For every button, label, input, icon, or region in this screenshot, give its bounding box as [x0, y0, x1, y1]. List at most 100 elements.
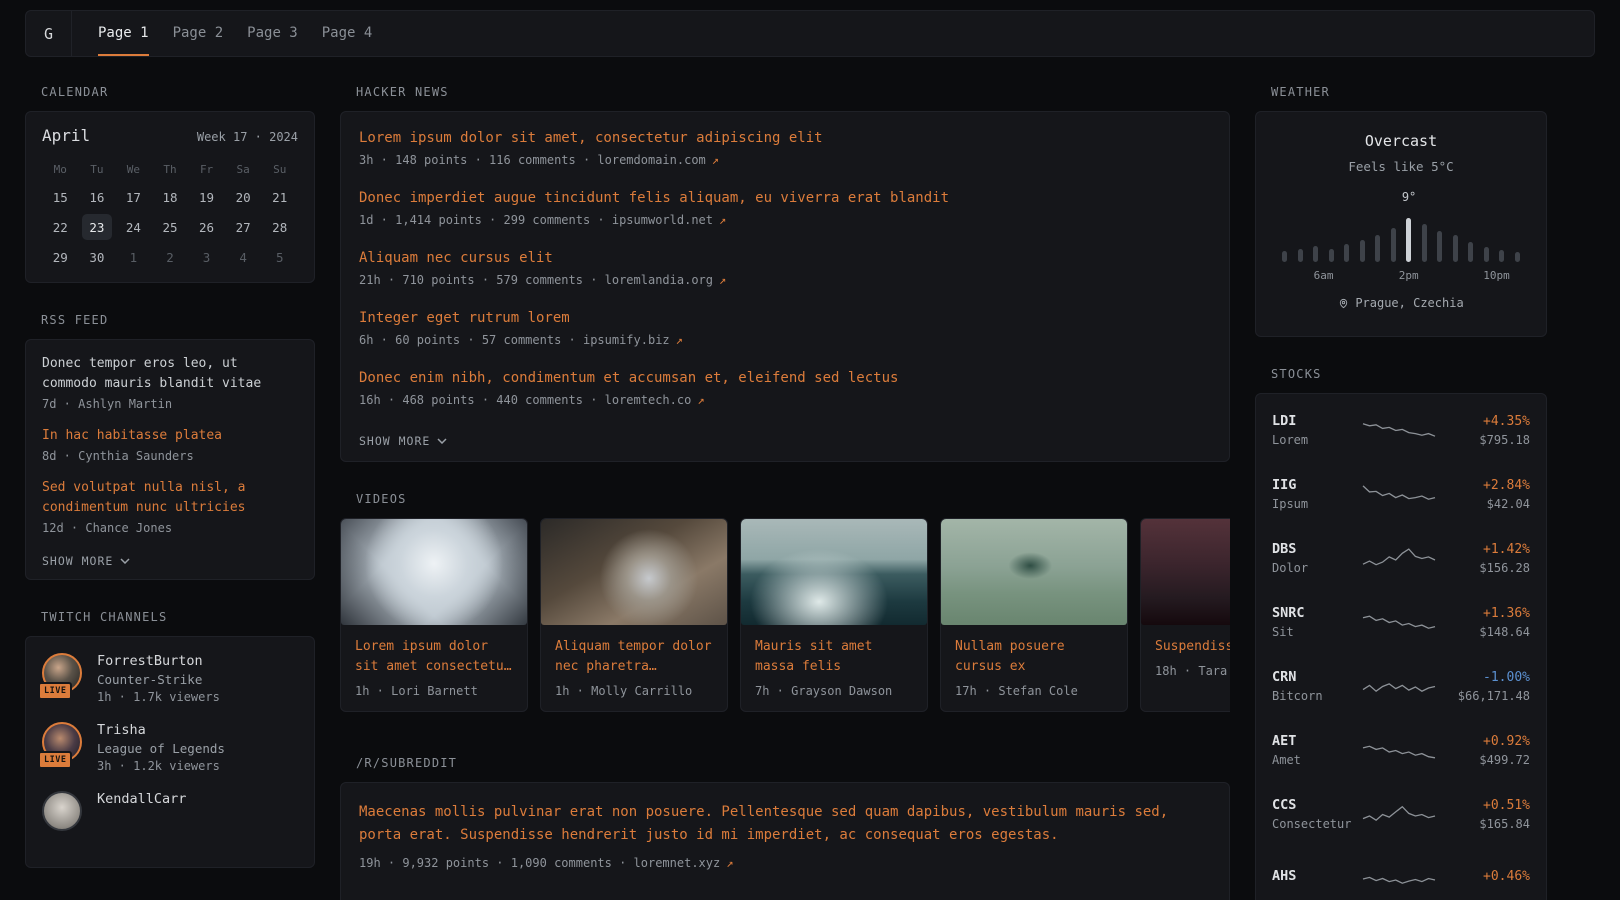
stock-row[interactable]: IIGIpsum +2.84%$42.04	[1256, 462, 1546, 526]
channel-avatar-wrap: LIVE	[42, 791, 82, 831]
page-tabs: Page 1 Page 2 Page 3 Page 4	[98, 11, 372, 56]
hn-item-title[interactable]: Donec imperdiet augue tincidunt felis al…	[359, 190, 1211, 206]
calendar-day[interactable]: 23	[82, 214, 112, 240]
video-title[interactable]: Suspendisse diam	[1155, 637, 1230, 657]
subreddit-post: Maecenas mollis pulvinar erat non posuer…	[359, 801, 1211, 870]
video-card[interactable]: Nullam posuere cursus ex 17h · Stefan Co…	[940, 518, 1128, 712]
video-card[interactable]: Aliquam tempor dolor nec pharetra… 1h · …	[540, 518, 728, 712]
video-thumbnail[interactable]	[341, 519, 527, 625]
calendar-weekday-row: MoTuWeThFrSaSu	[42, 159, 298, 184]
left-column: CALENDAR April Week 17 · 2024 MoTuWeThFr…	[25, 85, 315, 900]
stock-row[interactable]: AHS +0.46%	[1256, 846, 1546, 900]
weather-time-label: 6am	[1314, 269, 1334, 282]
stock-name: Sit	[1272, 625, 1360, 639]
twitch-channel[interactable]: LIVE Trisha League of Legends 3h · 1.2k …	[42, 722, 298, 773]
middle-column: HACKER NEWS Lorem ipsum dolor sit amet, …	[340, 85, 1230, 900]
calendar-day[interactable]: 15	[45, 184, 75, 210]
stock-row[interactable]: LDILorem +4.35%$795.18	[1256, 398, 1546, 462]
video-title[interactable]: Mauris sit amet massa felis	[755, 637, 913, 677]
hn-item-title[interactable]: Lorem ipsum dolor sit amet, consectetur …	[359, 130, 1211, 146]
video-card[interactable]: Suspendisse diam 18h · Tara	[1140, 518, 1230, 712]
channel-name[interactable]: Trisha	[97, 722, 225, 738]
hackernews-widget: HACKER NEWS Lorem ipsum dolor sit amet, …	[340, 85, 1230, 462]
video-thumbnail[interactable]	[741, 519, 927, 625]
rss-item-title[interactable]: Donec tempor eros leo, ut commodo mauris…	[42, 354, 294, 394]
video-title[interactable]: Nullam posuere cursus ex	[955, 637, 1113, 677]
calendar-day[interactable]: 19	[192, 184, 222, 210]
hn-item-title[interactable]: Integer eget rutrum lorem	[359, 310, 1211, 326]
hn-item: Donec imperdiet augue tincidunt felis al…	[359, 190, 1211, 227]
tab-page-4[interactable]: Page 4	[322, 11, 373, 56]
hn-show-more-button[interactable]: SHOW MORE	[359, 434, 447, 448]
video-thumbnail[interactable]	[541, 519, 727, 625]
tab-page-3[interactable]: Page 3	[247, 11, 298, 56]
calendar-day[interactable]: 30	[82, 244, 112, 270]
chevron-down-icon	[120, 558, 130, 564]
rss-item-title[interactable]: In hac habitasse platea	[42, 426, 294, 446]
weather-peak-temp: 9°	[1402, 190, 1416, 204]
twitch-channel[interactable]: LIVE KendallCarr	[42, 791, 298, 831]
weather-hour-bar	[1391, 228, 1396, 262]
calendar-day[interactable]: 27	[228, 214, 258, 240]
video-thumbnail[interactable]	[1141, 519, 1230, 625]
calendar-day[interactable]: 24	[118, 214, 148, 240]
section-title-twitch: TWITCH CHANNELS	[41, 610, 315, 624]
calendar-day[interactable]: 20	[228, 184, 258, 210]
tab-page-1[interactable]: Page 1	[98, 11, 149, 56]
stock-symbol: SNRC	[1272, 605, 1360, 621]
calendar-day[interactable]: 2	[155, 244, 185, 270]
stock-row[interactable]: DBSDolor +1.42%$156.28	[1256, 526, 1546, 590]
calendar-day[interactable]: 18	[155, 184, 185, 210]
rss-item[interactable]: Donec tempor eros leo, ut commodo mauris…	[42, 354, 298, 411]
section-title-stocks: STOCKS	[1271, 367, 1547, 381]
calendar-day[interactable]: 29	[45, 244, 75, 270]
stock-row[interactable]: CRNBitcorn -1.00%$66,171.48	[1256, 654, 1546, 718]
video-title[interactable]: Lorem ipsum dolor sit amet consectetu…	[355, 637, 513, 677]
videos-row: Lorem ipsum dolor sit amet consectetu… 1…	[340, 518, 1230, 712]
rss-item[interactable]: Sed volutpat nulla nisl, a condimentum n…	[42, 478, 298, 535]
stocks-card: LDILorem +4.35%$795.18 IIGIpsum +2.84%$4…	[1255, 393, 1547, 900]
rss-item[interactable]: In hac habitasse platea 8d · Cynthia Sau…	[42, 426, 298, 463]
video-thumbnail[interactable]	[941, 519, 1127, 625]
channel-name[interactable]: KendallCarr	[97, 791, 186, 807]
calendar-day[interactable]: 22	[45, 214, 75, 240]
calendar-day[interactable]: 21	[265, 184, 295, 210]
hn-item-title[interactable]: Donec enim nibh, condimentum et accumsan…	[359, 370, 1211, 386]
video-title[interactable]: Aliquam tempor dolor nec pharetra…	[555, 637, 713, 677]
weather-hour-bar	[1298, 249, 1303, 262]
section-title-weather: WEATHER	[1271, 85, 1547, 99]
channel-name[interactable]: ForrestBurton	[97, 653, 220, 669]
stock-row[interactable]: CCSConsectetur +0.51%$165.84	[1256, 782, 1546, 846]
external-link-icon: ↗	[719, 213, 726, 227]
stock-symbol: DBS	[1272, 541, 1360, 557]
video-meta: 1h · Molly Carrillo	[555, 684, 713, 698]
weather-widget: WEATHER Overcast Feels like 5°C 9° 6am 2…	[1255, 85, 1547, 337]
stock-row[interactable]: SNRCSit +1.36%$148.64	[1256, 590, 1546, 654]
video-card[interactable]: Mauris sit amet massa felis 7h · Grayson…	[740, 518, 928, 712]
calendar-day[interactable]: 16	[82, 184, 112, 210]
app-logo[interactable]: G	[26, 11, 72, 56]
calendar-day[interactable]: 25	[155, 214, 185, 240]
twitch-channel[interactable]: LIVE ForrestBurton Counter-Strike 1h · 1…	[42, 653, 298, 704]
stock-change: +1.36%	[1438, 606, 1530, 621]
hn-item-title[interactable]: Aliquam nec cursus elit	[359, 250, 1211, 266]
weather-hour-bar	[1499, 250, 1504, 262]
subreddit-post-meta: 19h · 9,932 points · 1,090 comments · lo…	[359, 856, 1211, 870]
calendar-day[interactable]: 1	[118, 244, 148, 270]
subreddit-post-title[interactable]: Maecenas mollis pulvinar erat non posuer…	[359, 801, 1209, 847]
calendar-day[interactable]: 28	[265, 214, 295, 240]
stock-change: -1.00%	[1438, 670, 1530, 685]
calendar-day[interactable]: 17	[118, 184, 148, 210]
calendar-day[interactable]: 26	[192, 214, 222, 240]
calendar-day[interactable]: 5	[265, 244, 295, 270]
rss-item-title[interactable]: Sed volutpat nulla nisl, a condimentum n…	[42, 478, 294, 518]
calendar-day[interactable]: 4	[228, 244, 258, 270]
stock-sparkline	[1361, 861, 1437, 895]
weather-hour-bar	[1375, 235, 1380, 262]
weather-location: Prague, Czechia	[1272, 296, 1530, 310]
tab-page-2[interactable]: Page 2	[173, 11, 224, 56]
rss-show-more-button[interactable]: SHOW MORE	[42, 554, 130, 568]
stock-row[interactable]: AETAmet +0.92%$499.72	[1256, 718, 1546, 782]
calendar-day[interactable]: 3	[192, 244, 222, 270]
video-card[interactable]: Lorem ipsum dolor sit amet consectetu… 1…	[340, 518, 528, 712]
